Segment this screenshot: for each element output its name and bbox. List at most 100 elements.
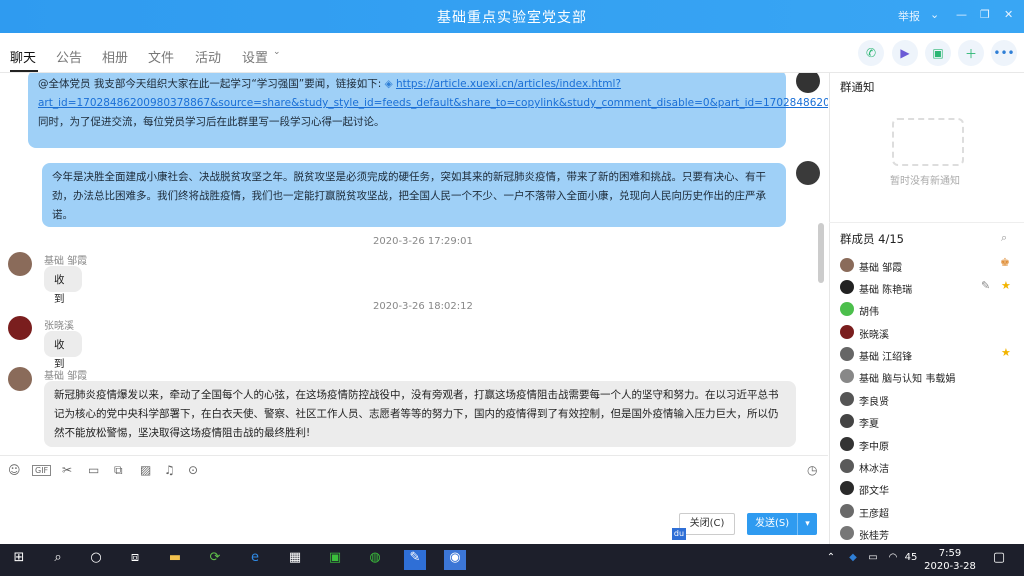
cortana-icon[interactable]: ○ — [85, 550, 107, 570]
phone-icon[interactable]: ✆ — [858, 40, 884, 66]
avatar[interactable] — [796, 73, 820, 93]
wechat-icon[interactable]: ◍ — [364, 550, 386, 570]
search-icon[interactable]: ⌕ — [1001, 231, 1007, 245]
avatar[interactable] — [796, 161, 820, 185]
title-bar: 基础重点实验室党支部 举报 ⌄ — ❐ ✕ — [0, 0, 1024, 33]
message-bubble: 今年是决胜全面建成小康社会、决战脱贫攻坚之年。脱贫攻坚是必须完成的硬任务，突如其… — [42, 163, 786, 227]
avatar — [840, 325, 854, 339]
avatar[interactable] — [8, 252, 32, 276]
chat-history[interactable]: @全体党员 我支部今天组织大家在此一起学习“学习强国”要闻，链接如下: ◈ ht… — [0, 73, 828, 455]
avatar — [840, 369, 854, 383]
edge-icon[interactable]: e — [244, 550, 266, 570]
clock-date: 2020-3-28 — [924, 561, 976, 572]
image-icon[interactable]: ▨ — [140, 463, 151, 477]
sender-name: 张晓溪 — [44, 321, 74, 332]
message-bubble: @全体党员 我支部今天组织大家在此一起学习“学习强国”要闻，链接如下: ◈ ht… — [28, 73, 828, 148]
avatar — [840, 481, 854, 495]
apps-icon[interactable]: ⧉ — [114, 463, 123, 478]
folder-icon[interactable]: ▭ — [88, 463, 99, 477]
baidu-icon[interactable]: ◆ — [842, 552, 864, 572]
task-view-icon[interactable]: ⧈ — [124, 550, 146, 570]
message-text: @全体党员 我支部今天组织大家在此一起学习“学习强国”要闻，链接如下: — [38, 78, 385, 90]
avatar — [840, 526, 854, 540]
composer-toolbar: ☺ GIF ✂ ▭ ⧉ ▨ ♫ ⊙ ◷ — [0, 455, 828, 485]
avatar — [840, 280, 854, 294]
tab-activity[interactable]: 活动 — [195, 47, 221, 66]
divider — [829, 222, 1024, 223]
avatar — [840, 347, 854, 361]
close-icon[interactable]: ✕ — [1004, 8, 1013, 21]
message-bubble: 收到 — [44, 266, 82, 305]
avatar[interactable] — [8, 316, 32, 340]
bell-icon[interactable]: ♫ — [164, 463, 175, 477]
message-bubble: 收到 — [44, 331, 82, 370]
message-text: 今年是决胜全面建成小康社会、决战脱贫攻坚之年。脱贫攻坚是必须完成的硬任务，突如其… — [52, 171, 766, 221]
more-icon[interactable]: ⊙ — [188, 463, 198, 477]
message-text: 同时，为了促进交流，每位党员学习后在此群里写一段学习心得一起讨论。 — [38, 116, 385, 128]
notice-empty-text: 暂时没有新通知 — [890, 176, 960, 187]
message-text: 收到 — [54, 274, 65, 305]
scrollbar[interactable] — [818, 223, 824, 283]
avatar — [840, 302, 854, 316]
window-title: 基础重点实验室党支部 — [437, 10, 587, 26]
tab-announcement[interactable]: 公告 — [56, 47, 82, 66]
taskbar: ⊞ ⌕ ○ ⧈ ▬ ⟳ e ▦ ▣ ◍ ✎ ◉ ⌃ ◆ ▭ ◠ 45 7:59 … — [0, 544, 1024, 576]
active-tab-indicator — [10, 70, 38, 72]
chevron-down-icon[interactable]: ⌄ — [930, 8, 939, 21]
tab-album[interactable]: 相册 — [102, 47, 128, 66]
qq-icon[interactable]: ◉ — [444, 550, 466, 570]
tray-chevron-icon[interactable]: ⌃ — [820, 552, 842, 572]
refresh-app-icon[interactable]: ⟳ — [204, 550, 226, 570]
chevron-down-icon[interactable]: ⌄ — [273, 47, 281, 57]
avatar — [840, 258, 854, 272]
notes-icon[interactable]: ✎ — [404, 550, 426, 570]
add-chat-icon[interactable]: ＋ — [958, 40, 984, 66]
avatar — [840, 414, 854, 428]
tab-files[interactable]: 文件 — [148, 47, 174, 66]
history-icon[interactable]: ◷ — [807, 463, 817, 477]
battery-icon[interactable]: ▭ — [862, 552, 884, 572]
iqiyi-icon[interactable]: ▣ — [324, 550, 346, 570]
timestamp: 2020-3-26 18:02:12 — [373, 301, 473, 312]
ime-indicator: du — [672, 528, 686, 540]
close-button[interactable]: 关闭(C) — [679, 513, 735, 535]
owner-icon: ♚ — [1000, 256, 1010, 269]
chevron-down-icon[interactable]: ▾ — [797, 513, 817, 535]
star-icon: ★ — [1001, 346, 1011, 359]
members-title: 群成员 4/15 — [840, 232, 904, 246]
avatar — [840, 392, 854, 406]
minimize-icon[interactable]: — — [956, 8, 967, 21]
scissors-icon[interactable]: ✂ — [62, 463, 72, 477]
avatar — [840, 504, 854, 518]
empty-notice-icon — [892, 118, 964, 166]
tab-chat[interactable]: 聊天 — [10, 47, 36, 66]
tray-badge[interactable]: 45 — [900, 552, 922, 572]
clock[interactable]: 7:59 2020-3-28 — [920, 547, 980, 573]
notification-icon[interactable]: ▢ — [988, 550, 1010, 570]
message-bubble: 新冠肺炎疫情爆发以来，牵动了全国每个人的心弦，在这场疫情防控战役中，没有旁观者，… — [44, 381, 796, 447]
search-icon[interactable]: ⌕ — [47, 550, 69, 570]
notice-title: 群通知 — [840, 80, 875, 94]
video-icon[interactable]: ▶ — [892, 40, 918, 66]
avatar — [840, 437, 854, 451]
clock-time: 7:59 — [938, 548, 962, 559]
more-icon[interactable]: ••• — [991, 40, 1017, 66]
edit-icon[interactable]: ✎ — [981, 279, 990, 292]
tab-settings[interactable]: 设置 — [242, 47, 268, 66]
windows-start-icon[interactable]: ⊞ — [8, 550, 30, 570]
sender-name: 基础 邹霞 — [44, 256, 88, 267]
sender-name: 基础 邹霞 — [44, 371, 88, 382]
gif-icon[interactable]: GIF — [32, 465, 52, 476]
message-text: 收到 — [54, 339, 65, 370]
star-icon: ★ — [1001, 279, 1011, 292]
restore-icon[interactable]: ❐ — [980, 8, 990, 21]
calculator-icon[interactable]: ▦ — [284, 550, 306, 570]
report-button[interactable]: 举报 — [898, 8, 920, 24]
avatar — [840, 459, 854, 473]
avatar[interactable] — [8, 367, 32, 391]
classroom-icon[interactable]: ▣ — [925, 40, 951, 66]
file-explorer-icon[interactable]: ▬ — [164, 550, 186, 570]
timestamp: 2020-3-26 17:29:01 — [373, 236, 473, 247]
shield-icon: ◈ — [384, 78, 397, 90]
emoji-icon[interactable]: ☺ — [8, 463, 21, 477]
